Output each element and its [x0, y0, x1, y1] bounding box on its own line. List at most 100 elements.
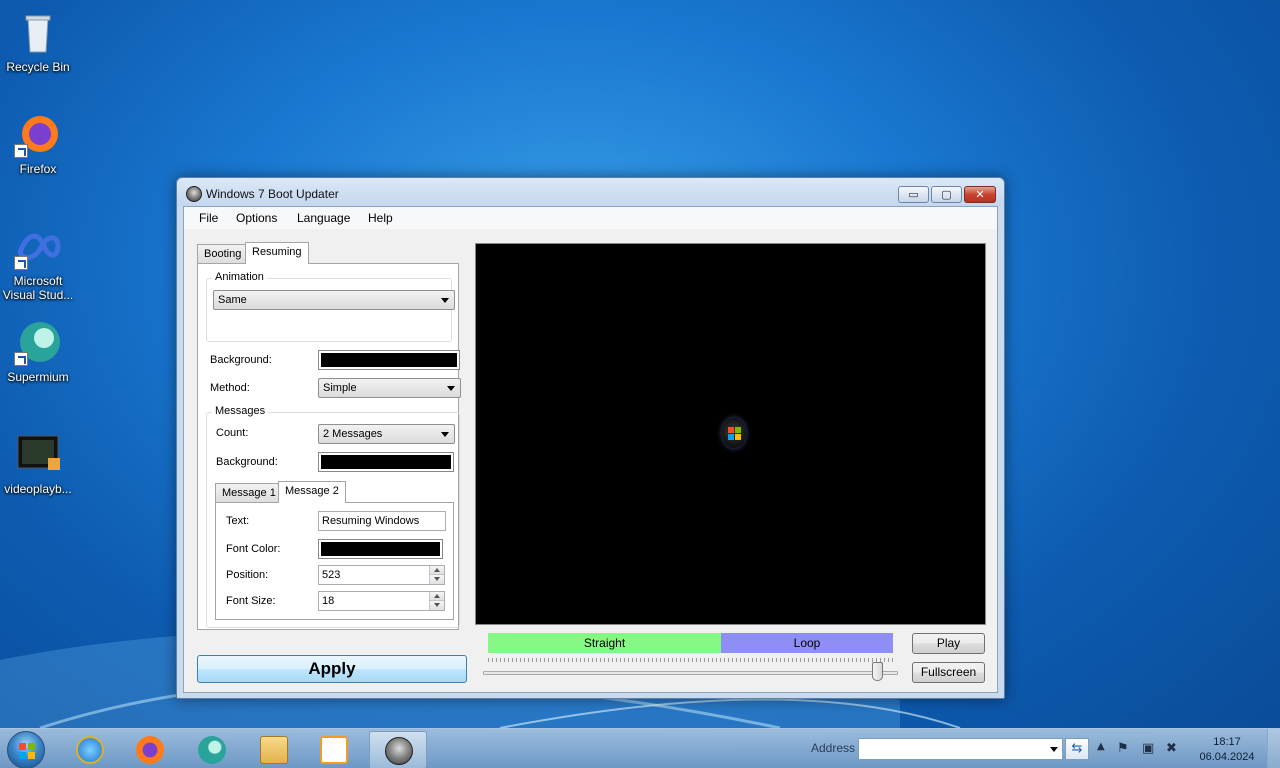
chevron-down-icon	[441, 432, 449, 437]
method-select-value: Simple	[323, 382, 357, 394]
timeline-loop-segment: Loop	[721, 633, 893, 653]
spin-up-icon[interactable]	[430, 592, 444, 601]
play-button[interactable]: Play	[912, 633, 985, 654]
menu-help[interactable]: Help	[368, 211, 393, 225]
font-size-value: 18	[322, 595, 335, 607]
font-color-swatch[interactable]	[318, 539, 443, 559]
action-center-flag-icon[interactable]: ⚑	[1117, 741, 1129, 756]
tab-message-2[interactable]: Message 2	[278, 481, 346, 503]
taskbar-explorer[interactable]	[245, 731, 303, 768]
menu-file[interactable]: File	[199, 211, 218, 225]
volume-muted-icon[interactable]: ✖	[1166, 741, 1177, 756]
timeline-slider-thumb[interactable]	[871, 662, 883, 681]
desktop-icon-recycle-bin[interactable]: Recycle Bin	[0, 8, 76, 74]
taskbar-firefox[interactable]	[121, 731, 179, 768]
window-titlebar[interactable]: Windows 7 Boot Updater ▭ ▢ ✕	[177, 178, 1004, 206]
flag-red	[728, 427, 734, 433]
explorer-folder-icon	[260, 736, 288, 764]
minimize-button[interactable]: ▭	[898, 186, 929, 203]
desktop-icon-supermium[interactable]: Supermium	[0, 318, 76, 384]
firefox-icon	[14, 110, 62, 158]
clock-date: 06.04.2024	[1199, 751, 1255, 763]
spin-down-icon[interactable]	[430, 601, 444, 610]
tab-booting[interactable]: Booting	[197, 244, 249, 264]
count-select[interactable]: 2 Messages	[318, 424, 455, 444]
spin-down-icon[interactable]	[430, 575, 444, 584]
font-color-label: Font Color:	[226, 543, 281, 555]
network-icon[interactable]: ▣	[1142, 741, 1154, 756]
font-size-spinner[interactable]: 18	[318, 591, 445, 611]
messages-background-swatch[interactable]	[318, 452, 454, 472]
media-player-icon	[320, 736, 348, 764]
text-label: Text:	[226, 515, 250, 527]
background-color-swatch[interactable]	[318, 350, 460, 370]
color-fill	[321, 542, 440, 556]
color-fill	[321, 353, 457, 367]
taskbar-supermium[interactable]	[183, 731, 241, 768]
close-icon: ✕	[975, 188, 985, 201]
menu-options[interactable]: Options	[236, 211, 277, 225]
taskbar-boot-updater[interactable]	[369, 731, 427, 768]
method-select[interactable]: Simple	[318, 378, 461, 398]
messages-background-label: Background:	[216, 456, 278, 468]
window-title: Windows 7 Boot Updater	[206, 187, 339, 201]
show-desktop-button[interactable]	[1267, 729, 1280, 768]
fullscreen-button[interactable]: Fullscreen	[912, 662, 985, 683]
desktop-icon-firefox[interactable]: Firefox	[0, 110, 76, 176]
resuming-panel: Animation Same Background: Method: Simpl…	[197, 263, 461, 630]
internet-explorer-icon	[76, 736, 104, 764]
start-button[interactable]	[7, 731, 45, 768]
spinner-buttons	[429, 566, 444, 584]
position-spinner[interactable]: 523	[318, 565, 445, 585]
flag-blue	[728, 434, 734, 440]
timeline-ticks	[488, 658, 893, 662]
boot-animation-preview	[475, 243, 986, 625]
timeline-track[interactable]	[483, 671, 898, 675]
desktop-icon-video[interactable]: videoplayb...	[0, 430, 76, 496]
chevron-down-icon	[447, 386, 455, 391]
chevron-down-icon[interactable]	[1050, 747, 1058, 752]
count-select-value: 2 Messages	[323, 428, 383, 440]
taskbar-clock[interactable]: 18:17 06.04.2024	[1192, 735, 1262, 765]
shortcut-arrow-icon	[14, 352, 28, 366]
video-file-icon	[14, 430, 62, 478]
address-label: Address	[811, 741, 856, 755]
tab-message-1[interactable]: Message 1	[215, 483, 283, 503]
boot-updater-app-icon	[186, 186, 202, 202]
desktop-icon-visual-studio[interactable]: Microsoft Visual Stud...	[0, 222, 76, 302]
taskbar-media-player[interactable]	[305, 731, 363, 768]
apply-button[interactable]: Apply	[197, 655, 467, 683]
menu-language[interactable]: Language	[297, 211, 350, 225]
address-input[interactable]	[858, 738, 1063, 760]
window-client-area: File Options Language Help Booting Resum…	[183, 206, 998, 693]
chevron-down-icon	[441, 298, 449, 303]
menu-bar: File Options Language Help	[184, 207, 997, 229]
close-button[interactable]: ✕	[964, 186, 996, 203]
messages-group-label: Messages	[212, 405, 269, 417]
flag-green	[735, 427, 741, 433]
address-go-icon[interactable]: ⇆	[1065, 738, 1089, 760]
tray-expand-icon[interactable]: ▲	[1097, 741, 1105, 752]
clock-time: 18:17	[1213, 736, 1241, 748]
maximize-button[interactable]: ▢	[931, 186, 962, 203]
windows-logo-icon	[19, 743, 35, 759]
shortcut-arrow-icon	[14, 144, 28, 158]
timeline-straight-segment: Straight	[488, 633, 721, 653]
position-value: 523	[322, 569, 341, 581]
animation-group	[206, 278, 452, 342]
tab-resuming[interactable]: Resuming	[245, 242, 309, 264]
taskbar-internet-explorer[interactable]	[61, 731, 119, 768]
message-text-input[interactable]: Resuming Windows	[318, 511, 446, 531]
background-label: Background:	[210, 354, 272, 366]
font-size-label: Font Size:	[226, 595, 276, 607]
animation-select[interactable]: Same	[213, 290, 455, 310]
method-label: Method:	[210, 382, 250, 394]
supermium-icon	[198, 736, 226, 764]
firefox-icon	[136, 736, 164, 764]
visual-studio-icon	[14, 222, 62, 270]
spin-up-icon[interactable]	[430, 566, 444, 575]
spinner-buttons	[429, 592, 444, 610]
animation-select-value: Same	[218, 294, 247, 306]
boot-updater-window: Windows 7 Boot Updater ▭ ▢ ✕ File Option…	[176, 177, 1005, 699]
supermium-icon	[14, 318, 62, 366]
